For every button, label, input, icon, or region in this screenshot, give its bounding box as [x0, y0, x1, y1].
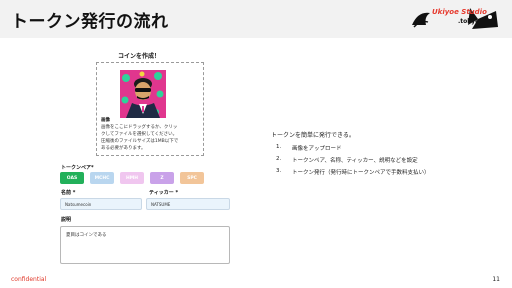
logo-domain-text: .tokyo	[458, 18, 480, 25]
page-title: トークン発行の流れ	[11, 12, 169, 32]
pair-button-spc[interactable]: SPC	[180, 172, 204, 184]
pair-button-oas[interactable]: OAS	[60, 172, 84, 184]
coin-preview-image	[120, 70, 166, 118]
name-input[interactable]: Natsumecoin	[60, 198, 142, 210]
upload-instructions: 画像をここにドラッグするか、クリッ クしてファイルを選択してください。 圧縮後の…	[101, 124, 199, 152]
image-label: 画像	[101, 118, 110, 123]
token-pair-selector: OAS MCHC HMH Z SPC	[60, 172, 204, 184]
step-number: 1.	[276, 144, 282, 150]
description-label: 説明	[61, 217, 72, 223]
token-pair-label: トークンペア*	[61, 165, 94, 171]
step-text: トークン発行（発行時にトークンペアで手数料支払い）	[292, 170, 430, 176]
upload-instructions-line: ある必要があります。	[101, 146, 146, 151]
name-label: 名前 *	[61, 190, 76, 196]
confidential-label: confidential	[11, 276, 47, 283]
upload-instructions-line: 画像をここにドラッグするか、クリッ	[101, 125, 178, 130]
portrait-illustration	[120, 70, 166, 118]
step-item: 3. トークン発行（発行時にトークンペアで手数料支払い）	[276, 168, 430, 180]
upload-instructions-line: 圧縮後のファイルサイズは1MB以下で	[101, 139, 179, 144]
pair-button-mchc[interactable]: MCHC	[90, 172, 114, 184]
steps-list: 1. 画像をアップロード 2. トークンペア、名称、ティッカー、説明などを設定 …	[276, 144, 430, 180]
step-text: 画像をアップロード	[292, 146, 342, 152]
logo-brand-text: Ukiyoe Studio	[432, 8, 487, 16]
title-bar: トークン発行の流れ Ukiyoe Studio .tokyo	[0, 0, 512, 38]
step-text: トークンペア、名称、ティッカー、説明などを設定	[292, 158, 418, 164]
upload-instructions-line: クしてファイルを選択してください。	[101, 132, 178, 137]
steps-intro: トークンを簡単に発行できる。	[271, 132, 355, 139]
step-item: 1. 画像をアップロード	[276, 144, 430, 156]
ticker-input[interactable]: NATSUME	[146, 198, 230, 210]
pair-button-z[interactable]: Z	[150, 172, 174, 184]
description-textarea[interactable]: 夏目はコインである	[60, 226, 230, 264]
ticker-label: ティッカー *	[149, 190, 179, 196]
form-title: コインを作成！	[118, 53, 161, 60]
step-number: 3.	[276, 168, 282, 174]
page-number: 11	[492, 276, 500, 283]
step-number: 2.	[276, 156, 282, 162]
brand-logo: Ukiyoe Studio .tokyo	[410, 5, 502, 33]
pair-button-hmh[interactable]: HMH	[120, 172, 144, 184]
step-item: 2. トークンペア、名称、ティッカー、説明などを設定	[276, 156, 430, 168]
